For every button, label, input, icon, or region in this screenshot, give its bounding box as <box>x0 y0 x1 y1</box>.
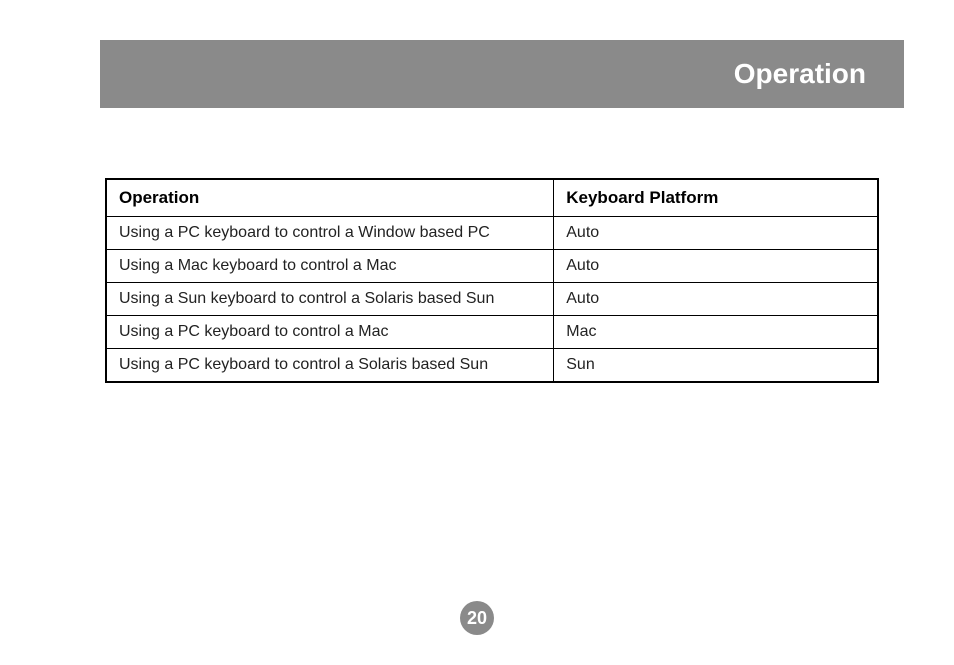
page-title: Operation <box>734 58 866 90</box>
cell-platform: Auto <box>554 250 878 283</box>
page-number-container: 20 <box>0 601 954 635</box>
table-row: Using a PC keyboard to control a Window … <box>106 217 878 250</box>
table-row: Using a PC keyboard to control a Mac Mac <box>106 316 878 349</box>
cell-operation: Using a PC keyboard to control a Window … <box>106 217 554 250</box>
table-header-row: Operation Keyboard Platform <box>106 179 878 217</box>
table-row: Using a PC keyboard to control a Solaris… <box>106 349 878 383</box>
cell-operation: Using a Sun keyboard to control a Solari… <box>106 283 554 316</box>
cell-operation: Using a Mac keyboard to control a Mac <box>106 250 554 283</box>
col-header-operation: Operation <box>106 179 554 217</box>
col-header-platform: Keyboard Platform <box>554 179 878 217</box>
cell-platform: Sun <box>554 349 878 383</box>
operation-table: Operation Keyboard Platform Using a PC k… <box>105 178 879 383</box>
header-bar: Operation <box>100 40 904 108</box>
table-row: Using a Mac keyboard to control a Mac Au… <box>106 250 878 283</box>
cell-platform: Auto <box>554 283 878 316</box>
cell-platform: Mac <box>554 316 878 349</box>
cell-operation: Using a PC keyboard to control a Solaris… <box>106 349 554 383</box>
page-number-badge: 20 <box>460 601 494 635</box>
document-page: Operation Operation Keyboard Platform Us… <box>0 0 954 665</box>
table-row: Using a Sun keyboard to control a Solari… <box>106 283 878 316</box>
table-container: Operation Keyboard Platform Using a PC k… <box>105 178 879 383</box>
cell-platform: Auto <box>554 217 878 250</box>
cell-operation: Using a PC keyboard to control a Mac <box>106 316 554 349</box>
